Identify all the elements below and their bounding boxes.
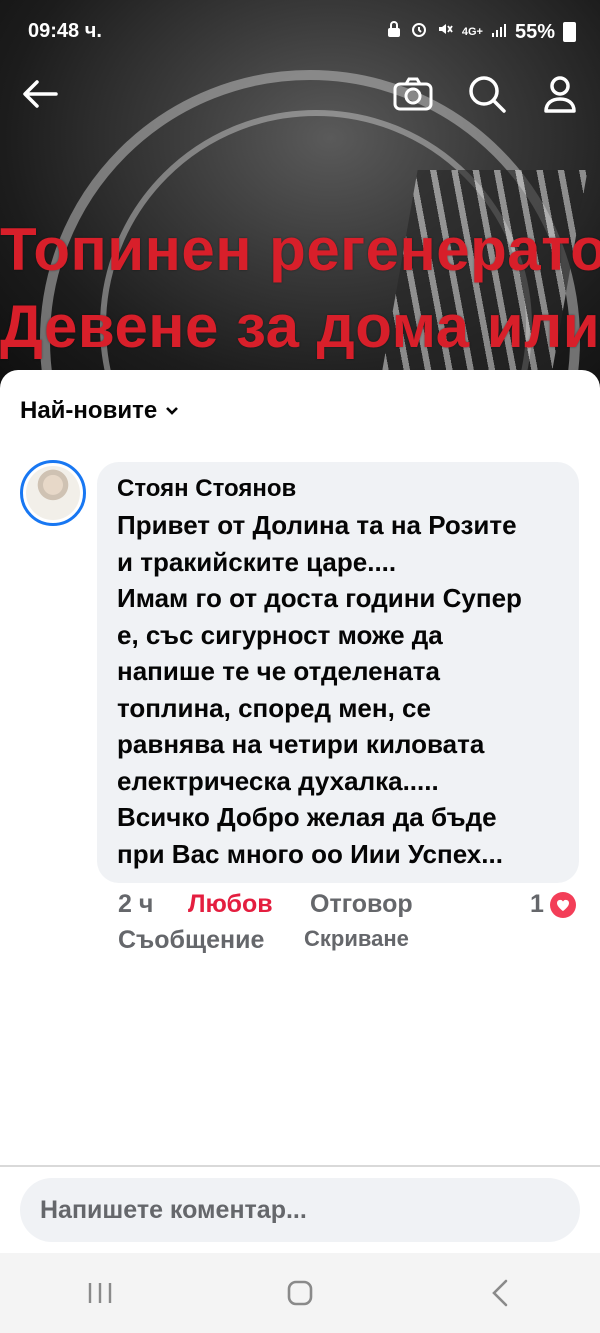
status-time: 09:48 ч. [28,20,102,42]
divider [0,1165,600,1167]
camera-icon [393,77,433,111]
home-button[interactable] [270,1268,330,1318]
heart-icon [549,891,576,918]
camera-button[interactable] [389,70,437,118]
chevron-down-icon [166,407,179,415]
reaction-count-value: 1 [530,890,544,918]
status-bar: 09:48 ч. 4G+ 55% [0,0,600,68]
battery-level: 55% [514,20,555,43]
recent-apps-button[interactable] [70,1268,130,1318]
battery-icon [563,22,576,42]
back-nav-button[interactable] [470,1268,530,1318]
sort-label: Най-новите [20,397,158,424]
hide-button[interactable]: Скриване [304,926,409,952]
comment-author[interactable]: Стоян Стоянов [117,475,559,503]
mute-icon [436,20,454,44]
home-icon [287,1280,313,1306]
message-button[interactable]: Съобщение [118,926,264,955]
comments-sheet: Най-новите Стоян Стоянов Привет от Долин… [0,370,600,1333]
comment-bubble[interactable]: Стоян Стоянов Привет от Долина та на Роз… [97,462,579,883]
network-label: 4G+ [461,26,483,38]
comment-time: 2 ч [118,890,154,918]
profile-button[interactable] [536,70,584,118]
comment-input[interactable]: Напишете коментар... [20,1178,580,1242]
video-overlay-line1: Топинен регенератор [0,216,600,283]
love-reaction-button[interactable]: Любов [188,890,273,919]
lock-icon [386,20,402,44]
avatar-image [26,466,80,520]
recent-apps-icon [88,1283,112,1303]
avatar[interactable] [20,460,86,526]
reaction-count[interactable]: 1 [530,890,576,919]
alarm-icon [410,20,428,44]
signal-icon [491,21,507,44]
back-button[interactable] [16,70,64,118]
sort-dropdown[interactable]: Най-новите [20,397,179,425]
chevron-left-icon [492,1279,508,1307]
status-icons: 4G+ 55% [386,20,576,44]
profile-icon [544,76,576,113]
arrow-left-icon [23,80,58,108]
search-button[interactable] [463,70,511,118]
comment-text: Привет от Долина та на Розите и тракийск… [117,510,522,869]
search-icon [469,76,506,113]
video-overlay-line2: Девене за дома или [0,293,600,360]
system-nav-bar [0,1253,600,1333]
reply-button[interactable]: Отговор [310,890,413,919]
comment-input-placeholder: Напишете коментар... [40,1195,307,1224]
